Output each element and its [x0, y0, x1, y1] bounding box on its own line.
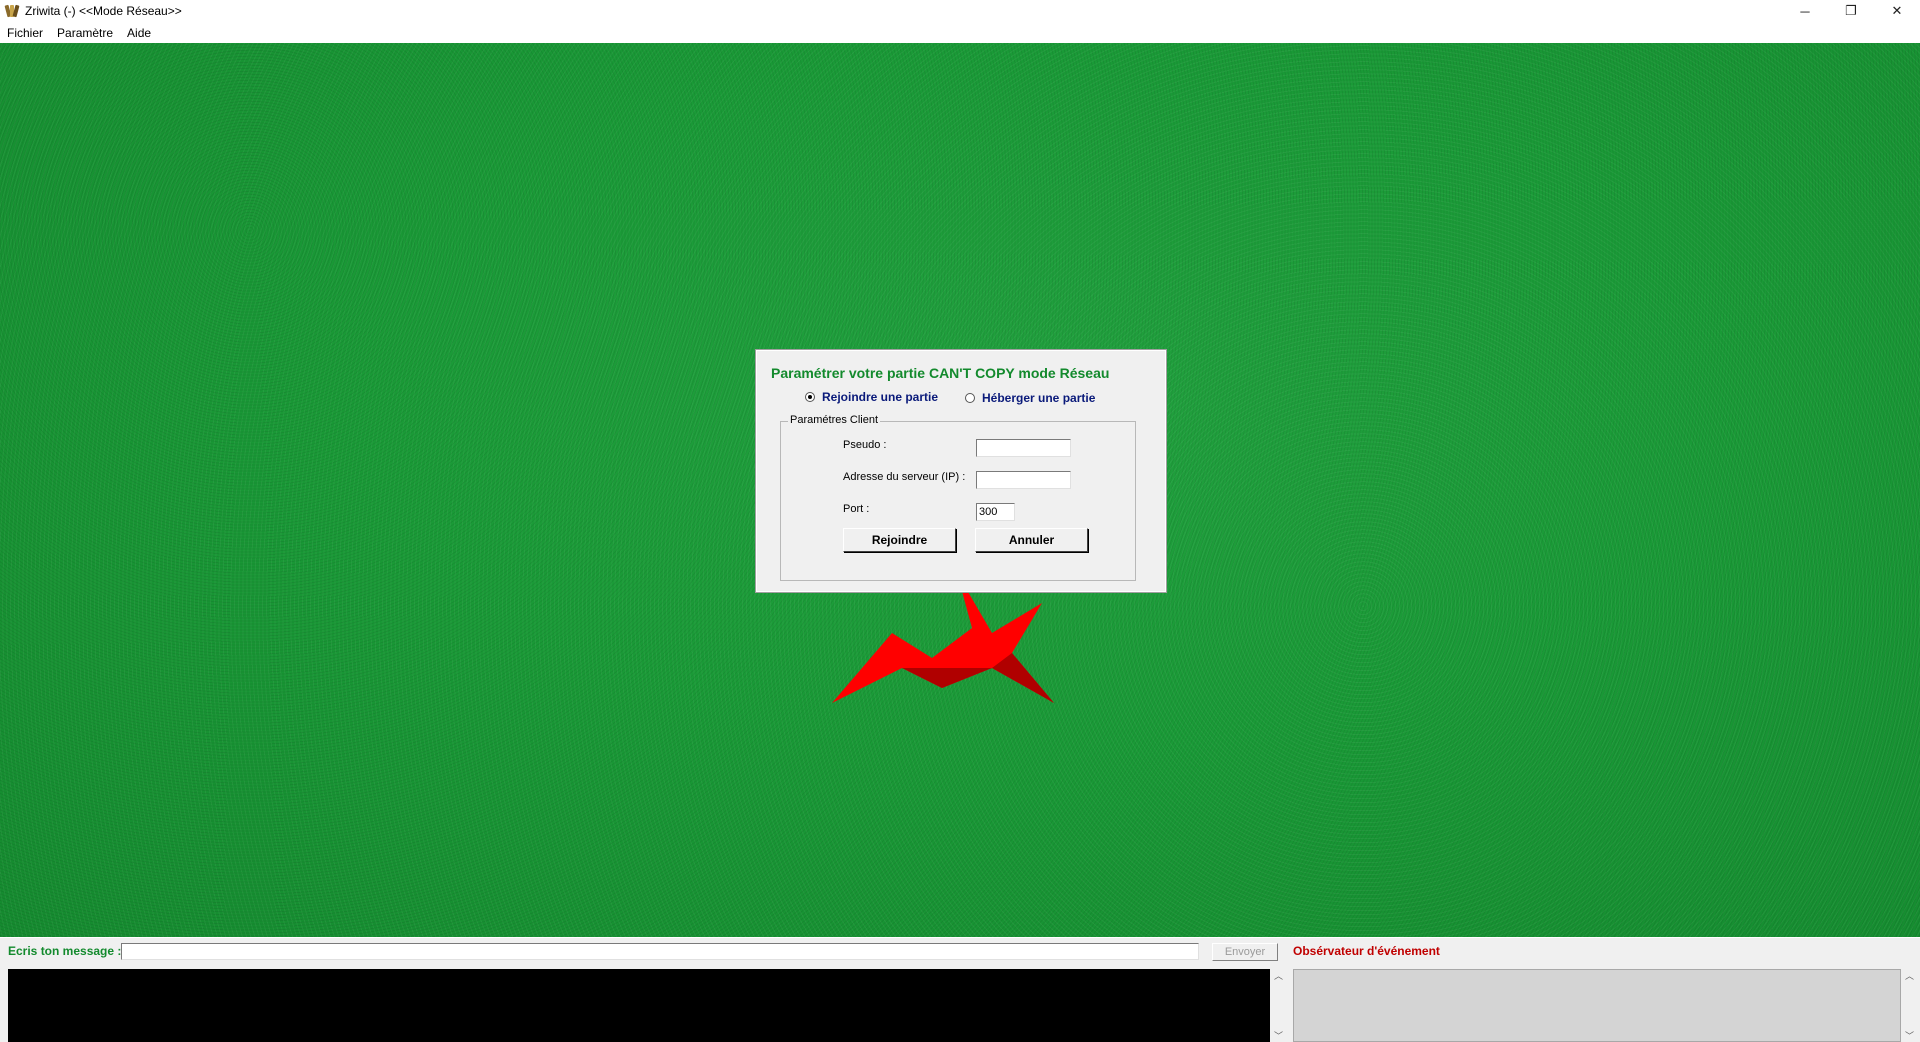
app-icon [4, 4, 20, 18]
menu-parametre[interactable]: Paramètre [50, 26, 120, 40]
window-title: Zriwita (-) <<Mode Réseau>> [25, 4, 182, 18]
dialog-title: Paramétrer votre partie CAN'T COPY mode … [771, 365, 1110, 381]
window-controls: ─ ❐ ✕ [1782, 0, 1920, 22]
chat-log [8, 969, 1270, 1042]
scroll-down-icon[interactable]: ﹀ [1274, 1029, 1283, 1042]
close-button[interactable]: ✕ [1874, 0, 1920, 22]
chat-message-label: Ecris ton message : [8, 944, 122, 958]
chat-message-input[interactable] [121, 943, 1199, 960]
menu-aide[interactable]: Aide [120, 26, 158, 40]
server-address-label: Adresse du serveur (IP) : [843, 471, 966, 483]
menu-fichier[interactable]: Fichier [0, 26, 50, 40]
radio-join-button[interactable] [805, 392, 815, 402]
port-input[interactable] [976, 503, 1015, 521]
bottom-panel: Ecris ton message : Envoyer ︿ ﹀ Obsérvat… [0, 937, 1920, 1042]
radio-host-label: Héberger une partie [982, 391, 1096, 405]
port-label: Port : [843, 503, 870, 515]
event-observer-box [1293, 969, 1901, 1042]
events-scrollbar[interactable]: ︿ ﹀ [1901, 969, 1918, 1042]
title-bar: Zriwita (-) <<Mode Réseau>> ─ ❐ ✕ [0, 0, 1920, 22]
scroll-down-icon[interactable]: ﹀ [1905, 1029, 1914, 1042]
radio-host-button[interactable] [965, 393, 975, 403]
network-settings-dialog: Paramétrer votre partie CAN'T COPY mode … [756, 350, 1166, 592]
radio-join-label: Rejoindre une partie [822, 390, 939, 404]
pseudo-label: Pseudo : [843, 439, 887, 451]
pseudo-input[interactable] [976, 439, 1071, 457]
group-title: Paramétres Client [788, 414, 881, 426]
chat-log-scrollbar[interactable]: ︿ ﹀ [1270, 969, 1287, 1042]
scroll-up-icon[interactable]: ︿ [1905, 969, 1914, 982]
radio-join-option[interactable]: Rejoindre une partie [805, 390, 938, 404]
menu-bar: Fichier Paramètre Aide [0, 22, 1920, 44]
minimize-button[interactable]: ─ [1782, 0, 1828, 22]
scroll-up-icon[interactable]: ︿ [1274, 969, 1283, 982]
send-button[interactable]: Envoyer [1212, 943, 1278, 961]
radio-host-option[interactable]: Héberger une partie [965, 391, 1095, 405]
cancel-button[interactable]: Annuler [975, 528, 1088, 552]
star-logo-icon [832, 573, 1054, 703]
join-button[interactable]: Rejoindre [843, 528, 956, 552]
client-settings-group: Paramétres Client Pseudo : Adresse du se… [780, 414, 1136, 581]
restore-button[interactable]: ❐ [1828, 0, 1874, 22]
server-address-input[interactable] [976, 471, 1071, 489]
event-observer-label: Obsérvateur d'événement [1293, 944, 1440, 958]
